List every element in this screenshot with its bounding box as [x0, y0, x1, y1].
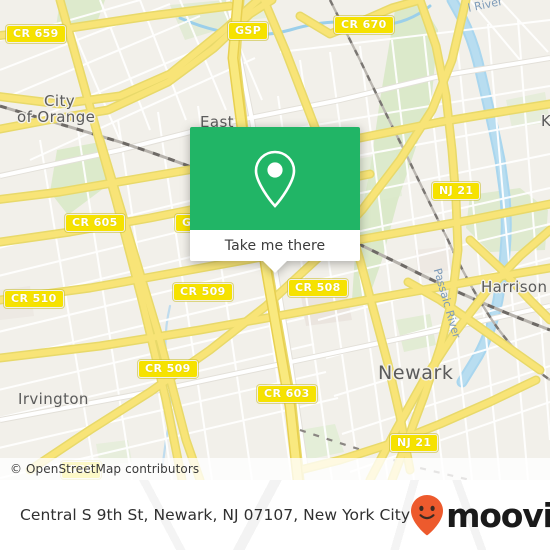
map-pin-icon — [254, 150, 296, 208]
shield-gsp-1[interactable]: GSP — [228, 22, 269, 40]
attribution-text[interactable]: © OpenStreetMap contributors — [0, 462, 199, 476]
take-me-there-label: Take me there — [224, 237, 326, 254]
shield-cr-510[interactable]: CR 510 — [4, 290, 64, 308]
shield-cr-509-1[interactable]: CR 509 — [173, 283, 233, 301]
bottom-info-bar: Central S 9th St, Newark, NJ 07107, New … — [0, 480, 550, 550]
shield-cr-605[interactable]: CR 605 — [65, 214, 125, 232]
shield-cr-670[interactable]: CR 670 — [334, 16, 394, 34]
shield-nj-21-1[interactable]: NJ 21 — [432, 182, 481, 200]
popup-tail — [263, 261, 287, 273]
moovit-smiley-pin-icon — [411, 495, 444, 536]
moovit-wordmark: moovit — [446, 495, 550, 535]
popup-pin-panel — [190, 127, 360, 230]
shield-nj-21-2[interactable]: NJ 21 — [390, 434, 439, 452]
shield-cr-509-2[interactable]: CR 509 — [138, 360, 198, 378]
location-popup-card[interactable]: Take me there — [190, 127, 360, 273]
moovit-logo[interactable]: moovit — [410, 494, 550, 536]
moovit-map-screenshot: City of Orange East Irvington Newark Har… — [0, 0, 550, 550]
shield-cr-508[interactable]: CR 508 — [288, 279, 348, 297]
address-label: Central S 9th St, Newark, NJ 07107, New … — [20, 506, 411, 524]
shield-cr-659[interactable]: CR 659 — [6, 25, 66, 43]
take-me-there-button[interactable]: Take me there — [190, 230, 360, 261]
map-canvas[interactable]: City of Orange East Irvington Newark Har… — [0, 0, 550, 480]
shield-cr-603[interactable]: CR 603 — [257, 385, 317, 403]
map-attribution-bar: © OpenStreetMap contributors — [0, 458, 550, 480]
